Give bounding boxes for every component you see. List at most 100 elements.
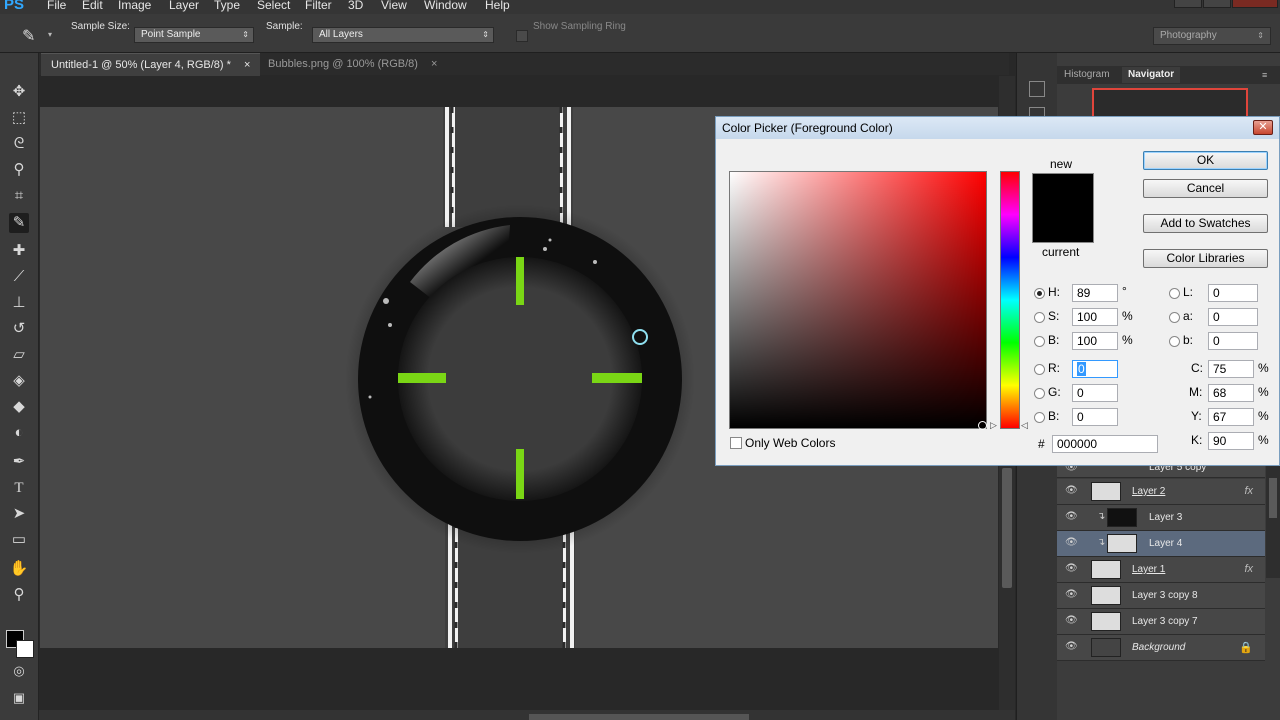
l-radio[interactable] [1169, 288, 1180, 299]
sample-size-select[interactable]: Point Sample ⇕ [134, 27, 254, 43]
blue-radio[interactable] [1034, 412, 1045, 423]
shape-tool-icon[interactable]: ▭ [9, 530, 29, 550]
visibility-eye-icon[interactable]: 👁 [1065, 537, 1078, 548]
h-radio[interactable] [1034, 288, 1045, 299]
visibility-eye-icon[interactable]: 👁 [1065, 511, 1078, 522]
close-tab-icon[interactable]: × [244, 59, 250, 71]
visibility-eye-icon[interactable]: 👁 [1065, 641, 1078, 652]
scrollbar-thumb[interactable] [1002, 468, 1012, 588]
menu-image[interactable]: Image [118, 0, 151, 12]
m-field[interactable]: 68 [1208, 384, 1254, 402]
l-field[interactable]: 0 [1208, 284, 1258, 302]
layer-row[interactable]: 👁 ↴ Layer 3 [1057, 505, 1265, 531]
layer-row[interactable]: 👁 Layer 1 fx [1057, 557, 1265, 583]
doc-tab-bubbles[interactable]: Bubbles.png @ 100% (RGB/8) × [258, 53, 447, 75]
menu-layer[interactable]: Layer [169, 0, 199, 12]
r-field[interactable]: 0 [1072, 360, 1118, 378]
lasso-tool-icon[interactable]: ᘓ [9, 134, 29, 154]
crop-tool-icon[interactable]: ⌗ [9, 186, 29, 206]
history-brush-icon[interactable]: ↺ [9, 319, 29, 339]
color-field[interactable] [729, 171, 987, 429]
a-field[interactable]: 0 [1208, 308, 1258, 326]
menu-window[interactable]: Window [424, 0, 467, 12]
navigator-view-box[interactable] [1092, 88, 1248, 118]
zoom-tool-icon[interactable]: ⚲ [9, 585, 29, 605]
minimize-button[interactable] [1174, 0, 1202, 8]
panel-menu-icon[interactable]: ≡ [1262, 70, 1267, 80]
eyedropper-tool-icon[interactable]: ✎ [9, 213, 29, 233]
eyedropper-tool-icon[interactable]: ✎ [22, 26, 35, 46]
show-sampling-ring-checkbox[interactable] [516, 30, 528, 42]
only-web-colors-checkbox[interactable] [730, 437, 742, 449]
move-tool-icon[interactable]: ✥ [9, 82, 29, 102]
layer-row[interactable]: 👁 ↴ Layer 4 [1057, 531, 1265, 557]
color-libraries-button[interactable]: Color Libraries [1143, 249, 1268, 268]
g-field[interactable]: 0 [1072, 384, 1118, 402]
dodge-tool-icon[interactable]: ◐ [9, 423, 29, 443]
layer-row[interactable]: 👁 Background 🔒 [1057, 635, 1265, 661]
menu-help[interactable]: Help [485, 0, 510, 12]
tab-navigator[interactable]: Navigator [1122, 67, 1181, 83]
a-radio[interactable] [1169, 312, 1180, 323]
maximize-button[interactable] [1203, 0, 1231, 8]
menu-edit[interactable]: Edit [82, 0, 103, 12]
workspace-select[interactable]: Photography ⇕ [1153, 27, 1271, 45]
blue-field[interactable]: 0 [1072, 408, 1118, 426]
hue-slider-right-arrow-icon[interactable]: ◁ [1021, 420, 1028, 431]
eraser-tool-icon[interactable]: ▱ [9, 345, 29, 365]
menu-select[interactable]: Select [257, 0, 290, 12]
background-color-swatch[interactable] [16, 640, 34, 658]
hex-field[interactable]: 000000 [1052, 435, 1158, 453]
type-tool-icon[interactable]: T [9, 478, 29, 498]
tool-preset-chevron-icon[interactable]: ▾ [48, 30, 52, 39]
b-radio[interactable] [1034, 336, 1045, 347]
close-icon[interactable]: ✕ [1253, 120, 1273, 135]
y-field[interactable]: 67 [1208, 408, 1254, 426]
color-field-marker[interactable] [978, 421, 987, 430]
layer-row[interactable]: 👁 Layer 3 copy 8 [1057, 583, 1265, 609]
path-select-icon[interactable]: ➤ [9, 504, 29, 524]
healing-brush-icon[interactable]: ✚ [9, 241, 29, 261]
screen-mode-icon[interactable]: ▣ [9, 688, 29, 708]
visibility-eye-icon[interactable]: 👁 [1065, 485, 1078, 496]
g-radio[interactable] [1034, 388, 1045, 399]
s-field[interactable]: 100 [1072, 308, 1118, 326]
lab-b-field[interactable]: 0 [1208, 332, 1258, 350]
clone-stamp-icon[interactable]: ⊥ [9, 293, 29, 313]
layers-scrollbar[interactable] [1266, 458, 1280, 578]
h-field[interactable]: 89 [1072, 284, 1118, 302]
layer-row[interactable]: 👁 Layer 2 fx [1057, 479, 1265, 505]
visibility-eye-icon[interactable]: 👁 [1065, 589, 1078, 600]
menu-file[interactable]: File [47, 0, 66, 12]
history-panel-icon[interactable] [1029, 81, 1045, 97]
visibility-eye-icon[interactable]: 👁 [1065, 615, 1078, 626]
add-to-swatches-button[interactable]: Add to Swatches [1143, 214, 1268, 233]
menu-3d[interactable]: 3D [348, 0, 363, 12]
quick-select-tool-icon[interactable]: ⚲ [9, 160, 29, 180]
fx-icon[interactable]: fx [1244, 563, 1253, 575]
hand-tool-icon[interactable]: ✋ [9, 559, 29, 579]
sample-select[interactable]: All Layers ⇕ [312, 27, 494, 43]
menu-type[interactable]: Type [214, 0, 240, 12]
b-field[interactable]: 100 [1072, 332, 1118, 350]
close-window-button[interactable] [1232, 0, 1278, 8]
tab-histogram[interactable]: Histogram [1058, 67, 1116, 83]
hue-slider[interactable] [1000, 171, 1020, 429]
menu-view[interactable]: View [381, 0, 407, 12]
layers-scrollbar-thumb[interactable] [1269, 478, 1277, 518]
horizontal-scrollbar-thumb[interactable] [529, 714, 749, 720]
c-field[interactable]: 75 [1208, 360, 1254, 378]
marquee-tool-icon[interactable]: ⬚ [9, 108, 29, 128]
s-radio[interactable] [1034, 312, 1045, 323]
hue-slider-left-arrow-icon[interactable]: ▷ [990, 420, 997, 431]
k-field[interactable]: 90 [1208, 432, 1254, 450]
lab-b-radio[interactable] [1169, 336, 1180, 347]
visibility-eye-icon[interactable]: 👁 [1065, 563, 1078, 574]
quick-mask-icon[interactable]: ◎ [9, 661, 29, 681]
r-radio[interactable] [1034, 364, 1045, 375]
brush-tool-icon[interactable]: ⟋ [9, 267, 29, 287]
pen-tool-icon[interactable]: ✒ [9, 452, 29, 472]
close-tab-icon[interactable]: × [431, 58, 437, 70]
menu-filter[interactable]: Filter [305, 0, 332, 12]
ok-button[interactable]: OK [1143, 151, 1268, 170]
